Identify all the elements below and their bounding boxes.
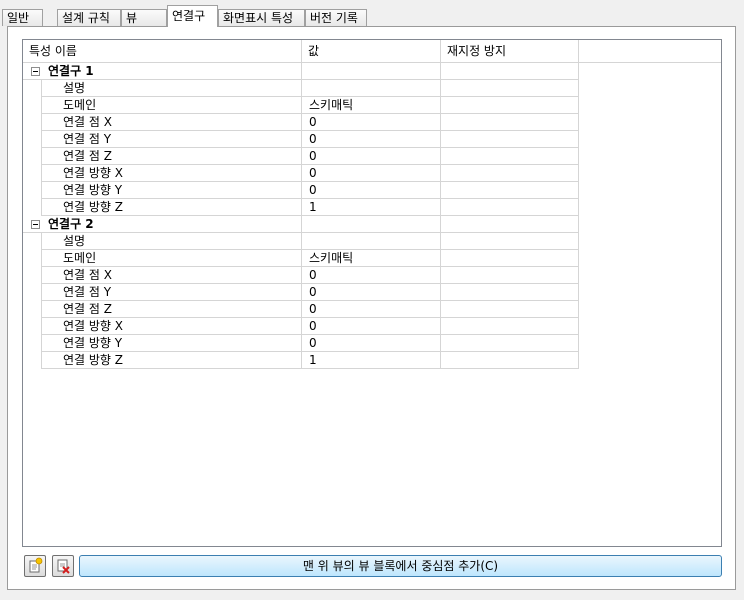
property-name: 연결 방향 Z xyxy=(41,199,302,216)
property-row[interactable]: 연결 점 X 0 xyxy=(23,267,579,284)
add-center-point-button[interactable]: 맨 위 뷰의 뷰 블록에서 중심점 추가(C) xyxy=(79,555,722,577)
property-override-cell[interactable] xyxy=(441,267,579,284)
property-override-cell[interactable] xyxy=(441,148,579,165)
column-header-value[interactable]: 값 xyxy=(302,40,441,62)
tab-connectors[interactable]: 연결구 xyxy=(167,5,218,27)
grid-header: 특성 이름 값 재지정 방지 xyxy=(23,40,721,63)
property-name: 연결 방향 Y xyxy=(41,182,302,199)
property-name: 설명 xyxy=(41,80,302,97)
property-row[interactable]: 연결 점 Y 0 xyxy=(23,284,579,301)
property-name: 연결 점 Y xyxy=(41,284,302,301)
property-value[interactable]: 0 xyxy=(302,284,441,301)
property-name: 도메인 xyxy=(41,97,302,114)
property-value[interactable]: 스키매틱 xyxy=(302,97,441,114)
property-row[interactable]: 연결 방향 X 0 xyxy=(23,165,579,182)
property-value[interactable]: 0 xyxy=(302,335,441,352)
property-row[interactable]: 연결 점 Z 0 xyxy=(23,148,579,165)
tab-version-history[interactable]: 버전 기록 xyxy=(305,9,367,26)
property-value[interactable]: 0 xyxy=(302,148,441,165)
tab-design-rules[interactable]: 설계 규칙 xyxy=(57,9,121,26)
property-row[interactable]: 설명 xyxy=(23,80,579,97)
property-name: 연결 점 X xyxy=(41,267,302,284)
add-connector-button[interactable] xyxy=(24,555,46,577)
column-header-property-name[interactable]: 특성 이름 xyxy=(23,40,302,62)
tab-view[interactable]: 뷰 xyxy=(121,9,167,26)
tab-general[interactable]: 일반 xyxy=(2,9,43,26)
group-name-cell[interactable]: 연결구 1 xyxy=(23,63,302,80)
remove-connector-icon xyxy=(57,559,70,574)
property-override-cell[interactable] xyxy=(441,131,579,148)
property-override-cell[interactable] xyxy=(441,182,579,199)
property-override-cell[interactable] xyxy=(441,352,579,369)
property-value[interactable] xyxy=(302,233,441,250)
property-row[interactable]: 도메인 스키매틱 xyxy=(23,97,579,114)
property-name: 연결 점 Y xyxy=(41,131,302,148)
property-value[interactable]: 0 xyxy=(302,318,441,335)
property-name: 연결 점 X xyxy=(41,114,302,131)
property-name: 연결 방향 Z xyxy=(41,352,302,369)
group-value-cell xyxy=(302,216,441,233)
property-row[interactable]: 연결 방향 X 0 xyxy=(23,318,579,335)
property-override-cell[interactable] xyxy=(441,284,579,301)
property-value[interactable]: 0 xyxy=(302,114,441,131)
property-value[interactable]: 1 xyxy=(302,352,441,369)
group-row[interactable]: 연결구 2 xyxy=(23,216,579,233)
property-value[interactable]: 1 xyxy=(302,199,441,216)
tab-strip: 일반 설계 규칙 뷰 연결구 화면표시 특성 버전 기록 xyxy=(0,0,744,27)
group-override-cell xyxy=(441,63,579,80)
property-value[interactable] xyxy=(302,80,441,97)
property-name: 연결 방향 X xyxy=(41,318,302,335)
property-name: 연결 점 Z xyxy=(41,148,302,165)
property-grid[interactable]: 특성 이름 값 재지정 방지 연결구 1 설명 도메인 스키매틱 연결 점 X … xyxy=(22,39,722,547)
property-override-cell[interactable] xyxy=(441,233,579,250)
group-name: 연결구 1 xyxy=(48,64,94,78)
column-header-override-lock[interactable]: 재지정 방지 xyxy=(441,40,579,62)
property-override-cell[interactable] xyxy=(441,97,579,114)
group-name-cell[interactable]: 연결구 2 xyxy=(23,216,302,233)
property-value[interactable]: 0 xyxy=(302,267,441,284)
property-override-cell[interactable] xyxy=(441,165,579,182)
property-value[interactable]: 0 xyxy=(302,182,441,199)
property-row[interactable]: 연결 방향 Y 0 xyxy=(23,335,579,352)
property-row[interactable]: 연결 방향 Y 0 xyxy=(23,182,579,199)
property-override-cell[interactable] xyxy=(441,114,579,131)
property-row[interactable]: 연결 점 Z 0 xyxy=(23,301,579,318)
property-row[interactable]: 설명 xyxy=(23,233,579,250)
property-value[interactable]: 0 xyxy=(302,301,441,318)
property-override-cell[interactable] xyxy=(441,250,579,267)
tab-display-properties[interactable]: 화면표시 특성 xyxy=(218,9,305,26)
group-row[interactable]: 연결구 1 xyxy=(23,63,579,80)
property-override-cell[interactable] xyxy=(441,80,579,97)
property-value[interactable]: 0 xyxy=(302,131,441,148)
property-row[interactable]: 연결 점 Y 0 xyxy=(23,131,579,148)
collapse-icon[interactable] xyxy=(31,220,40,229)
property-name: 설명 xyxy=(41,233,302,250)
collapse-icon[interactable] xyxy=(31,67,40,76)
property-name: 도메인 xyxy=(41,250,302,267)
add-connector-icon xyxy=(29,557,43,573)
property-override-cell[interactable] xyxy=(441,318,579,335)
property-name: 연결 방향 Y xyxy=(41,335,302,352)
property-override-cell[interactable] xyxy=(441,199,579,216)
property-value[interactable]: 0 xyxy=(302,165,441,182)
property-row[interactable]: 도메인 스키매틱 xyxy=(23,250,579,267)
group-override-cell xyxy=(441,216,579,233)
property-override-cell[interactable] xyxy=(441,335,579,352)
property-name: 연결 방향 X xyxy=(41,165,302,182)
property-override-cell[interactable] xyxy=(441,301,579,318)
group-name: 연결구 2 xyxy=(48,217,94,231)
property-name: 연결 점 Z xyxy=(41,301,302,318)
property-row[interactable]: 연결 방향 Z 1 xyxy=(23,352,579,369)
property-row[interactable]: 연결 점 X 0 xyxy=(23,114,579,131)
property-value[interactable]: 스키매틱 xyxy=(302,250,441,267)
remove-connector-button[interactable] xyxy=(52,555,74,577)
group-value-cell xyxy=(302,63,441,80)
property-row[interactable]: 연결 방향 Z 1 xyxy=(23,199,579,216)
